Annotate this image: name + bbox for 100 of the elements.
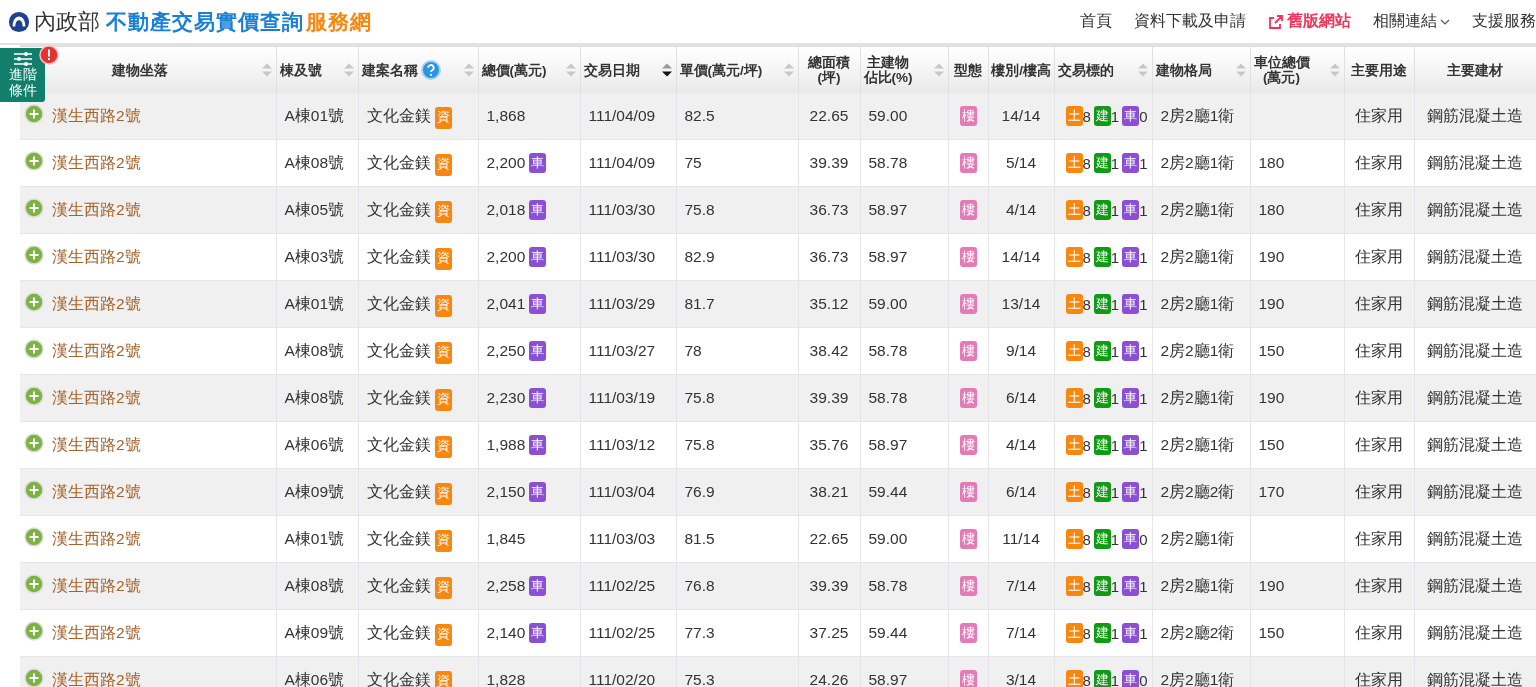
- use-cell: 住家用: [1355, 576, 1403, 594]
- unit-cell: A棟09號: [284, 482, 345, 500]
- floor-cell: 3/14: [1005, 671, 1037, 687]
- help-icon[interactable]: [420, 60, 441, 80]
- column-header[interactable]: 主建物: [867, 55, 909, 70]
- expand-plus-icon[interactable]: [24, 480, 44, 500]
- parking-badge[interactable]: 車: [529, 294, 547, 314]
- expand-plus-icon[interactable]: [24, 621, 44, 641]
- expand-plus-icon[interactable]: [24, 292, 44, 312]
- target-count: 1: [1110, 295, 1120, 313]
- address-link[interactable]: 漢生西路2號: [52, 293, 141, 315]
- unit-price-cell: 75: [684, 154, 702, 171]
- target-count: 8: [1082, 342, 1091, 360]
- column-header[interactable]: 交易標的: [1057, 62, 1114, 78]
- ratio-cell: 59.44: [868, 624, 908, 641]
- parking-badge[interactable]: 車: [529, 576, 547, 596]
- parking-badge[interactable]: 車: [529, 247, 547, 267]
- column-header[interactable]: 主要建材: [1447, 62, 1503, 78]
- expand-plus-icon[interactable]: [24, 151, 44, 171]
- expand-plus-icon[interactable]: [24, 386, 44, 406]
- address-link[interactable]: 漢生西路2號: [52, 434, 141, 456]
- floor-cell: 13/14: [1001, 295, 1041, 312]
- project-name-cell-text: 文化金鎂: [366, 340, 431, 361]
- target-badge: 車: [1122, 388, 1140, 408]
- sort-icon[interactable]: [660, 62, 673, 78]
- nav-link[interactable]: 支援服務: [1472, 11, 1536, 32]
- address-link[interactable]: 漢生西路2號: [52, 387, 141, 409]
- address-link[interactable]: 漢生西路2號: [52, 481, 141, 503]
- parking-badge[interactable]: 車: [529, 153, 547, 173]
- floor-cell: 5/14: [1005, 154, 1037, 171]
- ministry-name: 內政部: [34, 7, 100, 36]
- unit-cell: A棟08號: [284, 153, 345, 171]
- column-header[interactable]: 總面積: [808, 55, 850, 70]
- nav-dropdown[interactable]: 相關連結: [1373, 11, 1450, 32]
- expand-plus-icon[interactable]: [24, 198, 44, 218]
- column-header[interactable]: 佔比(%): [863, 70, 913, 85]
- expand-plus-icon[interactable]: [24, 104, 44, 124]
- column-header[interactable]: 建案名稱: [361, 62, 418, 78]
- unit-cell: A棟05號: [284, 200, 345, 218]
- target-badge: 土: [1065, 576, 1083, 596]
- ratio-cell: 58.97: [868, 671, 908, 687]
- use-cell: 住家用: [1355, 200, 1403, 218]
- expand-plus-icon[interactable]: [24, 245, 44, 265]
- date-cell: 111/03/19: [588, 389, 656, 406]
- address-link[interactable]: 漢生西路2號: [52, 340, 141, 362]
- target-badge: 車: [1122, 529, 1140, 549]
- target-count: 1: [1139, 577, 1148, 595]
- advanced-filter-tab[interactable]: 進階條件: [0, 48, 45, 102]
- column-header[interactable]: (萬元): [1263, 70, 1300, 85]
- layout-cell: 2房2廳1衛: [1160, 341, 1235, 359]
- material-cell: 鋼筋混凝土造: [1427, 294, 1523, 312]
- parking-badge[interactable]: 車: [529, 482, 547, 502]
- expand-plus-icon[interactable]: [24, 574, 44, 594]
- parking-badge[interactable]: 車: [529, 388, 547, 408]
- layout-cell: 2房2廳1衛: [1160, 576, 1235, 594]
- area-cell: 38.21: [809, 483, 849, 500]
- target-badge: 土: [1065, 435, 1083, 455]
- ratio-cell: 59.00: [868, 295, 908, 312]
- target-count: 1: [1139, 624, 1148, 642]
- expand-plus-icon[interactable]: [24, 433, 44, 453]
- site-title: 不動產交易實價查詢: [106, 8, 304, 35]
- expand-plus-icon[interactable]: [24, 668, 44, 687]
- target-count: 8: [1082, 389, 1091, 407]
- address-link[interactable]: 漢生西路2號: [52, 152, 141, 174]
- parking-badge[interactable]: 車: [529, 623, 547, 643]
- column-header[interactable]: 棟及號: [279, 62, 322, 78]
- column-header[interactable]: (坪): [817, 70, 841, 85]
- nav-link[interactable]: 首頁: [1080, 11, 1112, 32]
- total-price-cell: 1,828: [486, 671, 526, 687]
- column-header[interactable]: 建物格局: [1155, 62, 1212, 78]
- expand-plus-icon[interactable]: [24, 339, 44, 359]
- parking-badge[interactable]: 車: [529, 200, 547, 220]
- nav-link[interactable]: 舊版網站: [1268, 11, 1351, 32]
- project-name-cell-text: 文化金鎂: [366, 105, 431, 126]
- address-link[interactable]: 漢生西路2號: [52, 622, 141, 644]
- ratio-cell: 58.78: [868, 389, 908, 406]
- address-link[interactable]: 漢生西路2號: [52, 246, 141, 268]
- date-cell: 111/03/03: [588, 530, 656, 547]
- target-count: 1: [1110, 201, 1120, 219]
- address-link[interactable]: 漢生西路2號: [52, 105, 141, 127]
- project-name-cell-text: 文化金鎂: [366, 575, 431, 596]
- expand-plus-icon[interactable]: [24, 527, 44, 547]
- target-badge: 土: [1065, 247, 1083, 267]
- target-badge: 土: [1065, 623, 1083, 643]
- material-cell: 鋼筋混凝土造: [1427, 576, 1523, 594]
- floor-cell: 7/14: [1005, 624, 1037, 641]
- material-cell: 鋼筋混凝土造: [1427, 670, 1523, 687]
- address-link[interactable]: 漢生西路2號: [52, 199, 141, 221]
- column-header[interactable]: 建物坐落: [112, 62, 169, 78]
- parking-badge[interactable]: 車: [529, 341, 547, 361]
- address-link[interactable]: 漢生西路2號: [52, 575, 141, 597]
- unit-price-cell: 75.8: [684, 389, 715, 406]
- unit-price-cell: 81.7: [684, 295, 715, 312]
- parking-badge[interactable]: 車: [529, 435, 547, 455]
- address-link[interactable]: 漢生西路2號: [52, 528, 141, 550]
- use-cell: 住家用: [1355, 247, 1403, 265]
- target-count: 8: [1082, 201, 1091, 219]
- nav-link[interactable]: 資料下載及申請: [1134, 11, 1246, 32]
- column-header[interactable]: 車位總價: [1253, 55, 1310, 70]
- use-cell: 住家用: [1355, 153, 1403, 171]
